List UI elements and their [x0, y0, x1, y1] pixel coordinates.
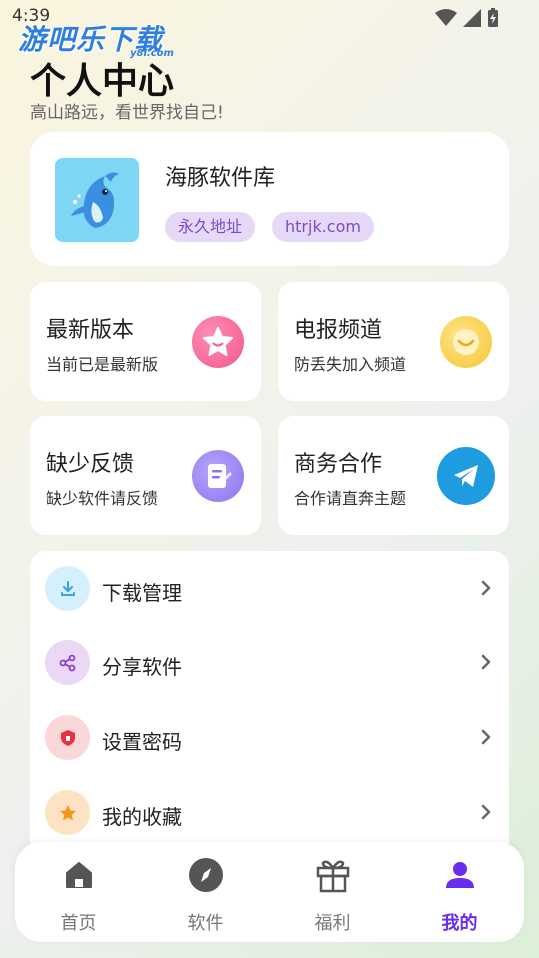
card-subtitle: 缺少软件请反馈	[46, 489, 159, 508]
card-latest-version[interactable]: 最新版本 当前已是最新版	[30, 282, 261, 401]
dolphin-icon	[55, 158, 139, 242]
menu-item-label: 下载管理	[102, 581, 182, 605]
nav-label: 首页	[60, 913, 97, 934]
home-icon	[60, 856, 98, 894]
share-icon	[45, 640, 90, 685]
card-title: 商务合作	[294, 452, 383, 477]
nav-label: 福利	[314, 913, 351, 934]
chevron-right-icon	[481, 729, 491, 745]
menu-item-label: 分享软件	[102, 655, 182, 679]
chevron-right-icon	[481, 654, 491, 670]
card-business-cooperation[interactable]: 商务合作 合作请直奔主题	[278, 416, 509, 535]
nav-home[interactable]: 首页	[15, 842, 142, 942]
page-subtitle: 高山路远，看世界找自己!	[30, 103, 224, 123]
card-subtitle: 合作请直奔主题	[294, 489, 407, 508]
download-icon	[45, 566, 90, 611]
signal-icon	[463, 9, 481, 27]
card-title: 电报频道	[294, 318, 383, 343]
card-title: 缺少反馈	[46, 452, 135, 477]
card-subtitle: 防丢失加入频道	[294, 355, 407, 374]
telegram-icon	[437, 447, 495, 505]
gift-icon	[314, 856, 352, 894]
menu-item-set-password[interactable]: 设置密码	[30, 708, 509, 768]
profile-card[interactable]: 海豚软件库 永久地址 htrjk.com	[30, 132, 509, 266]
star-icon	[192, 316, 244, 368]
card-missing-feedback[interactable]: 缺少反馈 缺少软件请反馈	[30, 416, 261, 535]
chevron-right-icon	[481, 804, 491, 820]
card-subtitle: 当前已是最新版	[46, 355, 159, 374]
battery-icon	[488, 8, 498, 27]
menu-item-label: 设置密码	[102, 730, 182, 754]
nav-mine[interactable]: 我的	[396, 842, 523, 942]
card-telegram-channel[interactable]: 电报频道 防丢失加入频道	[278, 282, 509, 401]
document-edit-icon	[192, 450, 244, 502]
nav-software[interactable]: 软件	[142, 842, 269, 942]
menu-item-download-manager[interactable]: 下载管理	[30, 559, 509, 619]
wifi-icon	[435, 9, 457, 26]
nav-label: 我的	[441, 913, 478, 934]
star-icon	[45, 790, 90, 835]
bottom-nav: 首页 软件 福利 我的	[15, 842, 524, 942]
shield-icon	[45, 715, 90, 760]
nav-label: 软件	[187, 913, 224, 934]
status-icons	[435, 8, 499, 28]
menu-list: 下载管理 分享软件 设置密码 我的收藏	[30, 551, 509, 861]
menu-item-label: 我的收藏	[102, 805, 182, 829]
menu-item-my-favorites[interactable]: 我的收藏	[30, 783, 509, 843]
profile-name: 海豚软件库	[165, 166, 276, 191]
user-icon	[441, 856, 479, 894]
page-title: 个人中心	[30, 61, 175, 102]
compass-icon	[187, 856, 225, 894]
tag-permanent-address[interactable]: 永久地址	[165, 212, 256, 242]
nav-welfare[interactable]: 福利	[269, 842, 396, 942]
menu-item-share-software[interactable]: 分享软件	[30, 633, 509, 693]
chat-bubble-icon	[440, 316, 492, 368]
tag-domain[interactable]: htrjk.com	[272, 212, 374, 242]
avatar	[55, 158, 139, 242]
card-title: 最新版本	[46, 318, 135, 343]
chevron-right-icon	[481, 580, 491, 596]
